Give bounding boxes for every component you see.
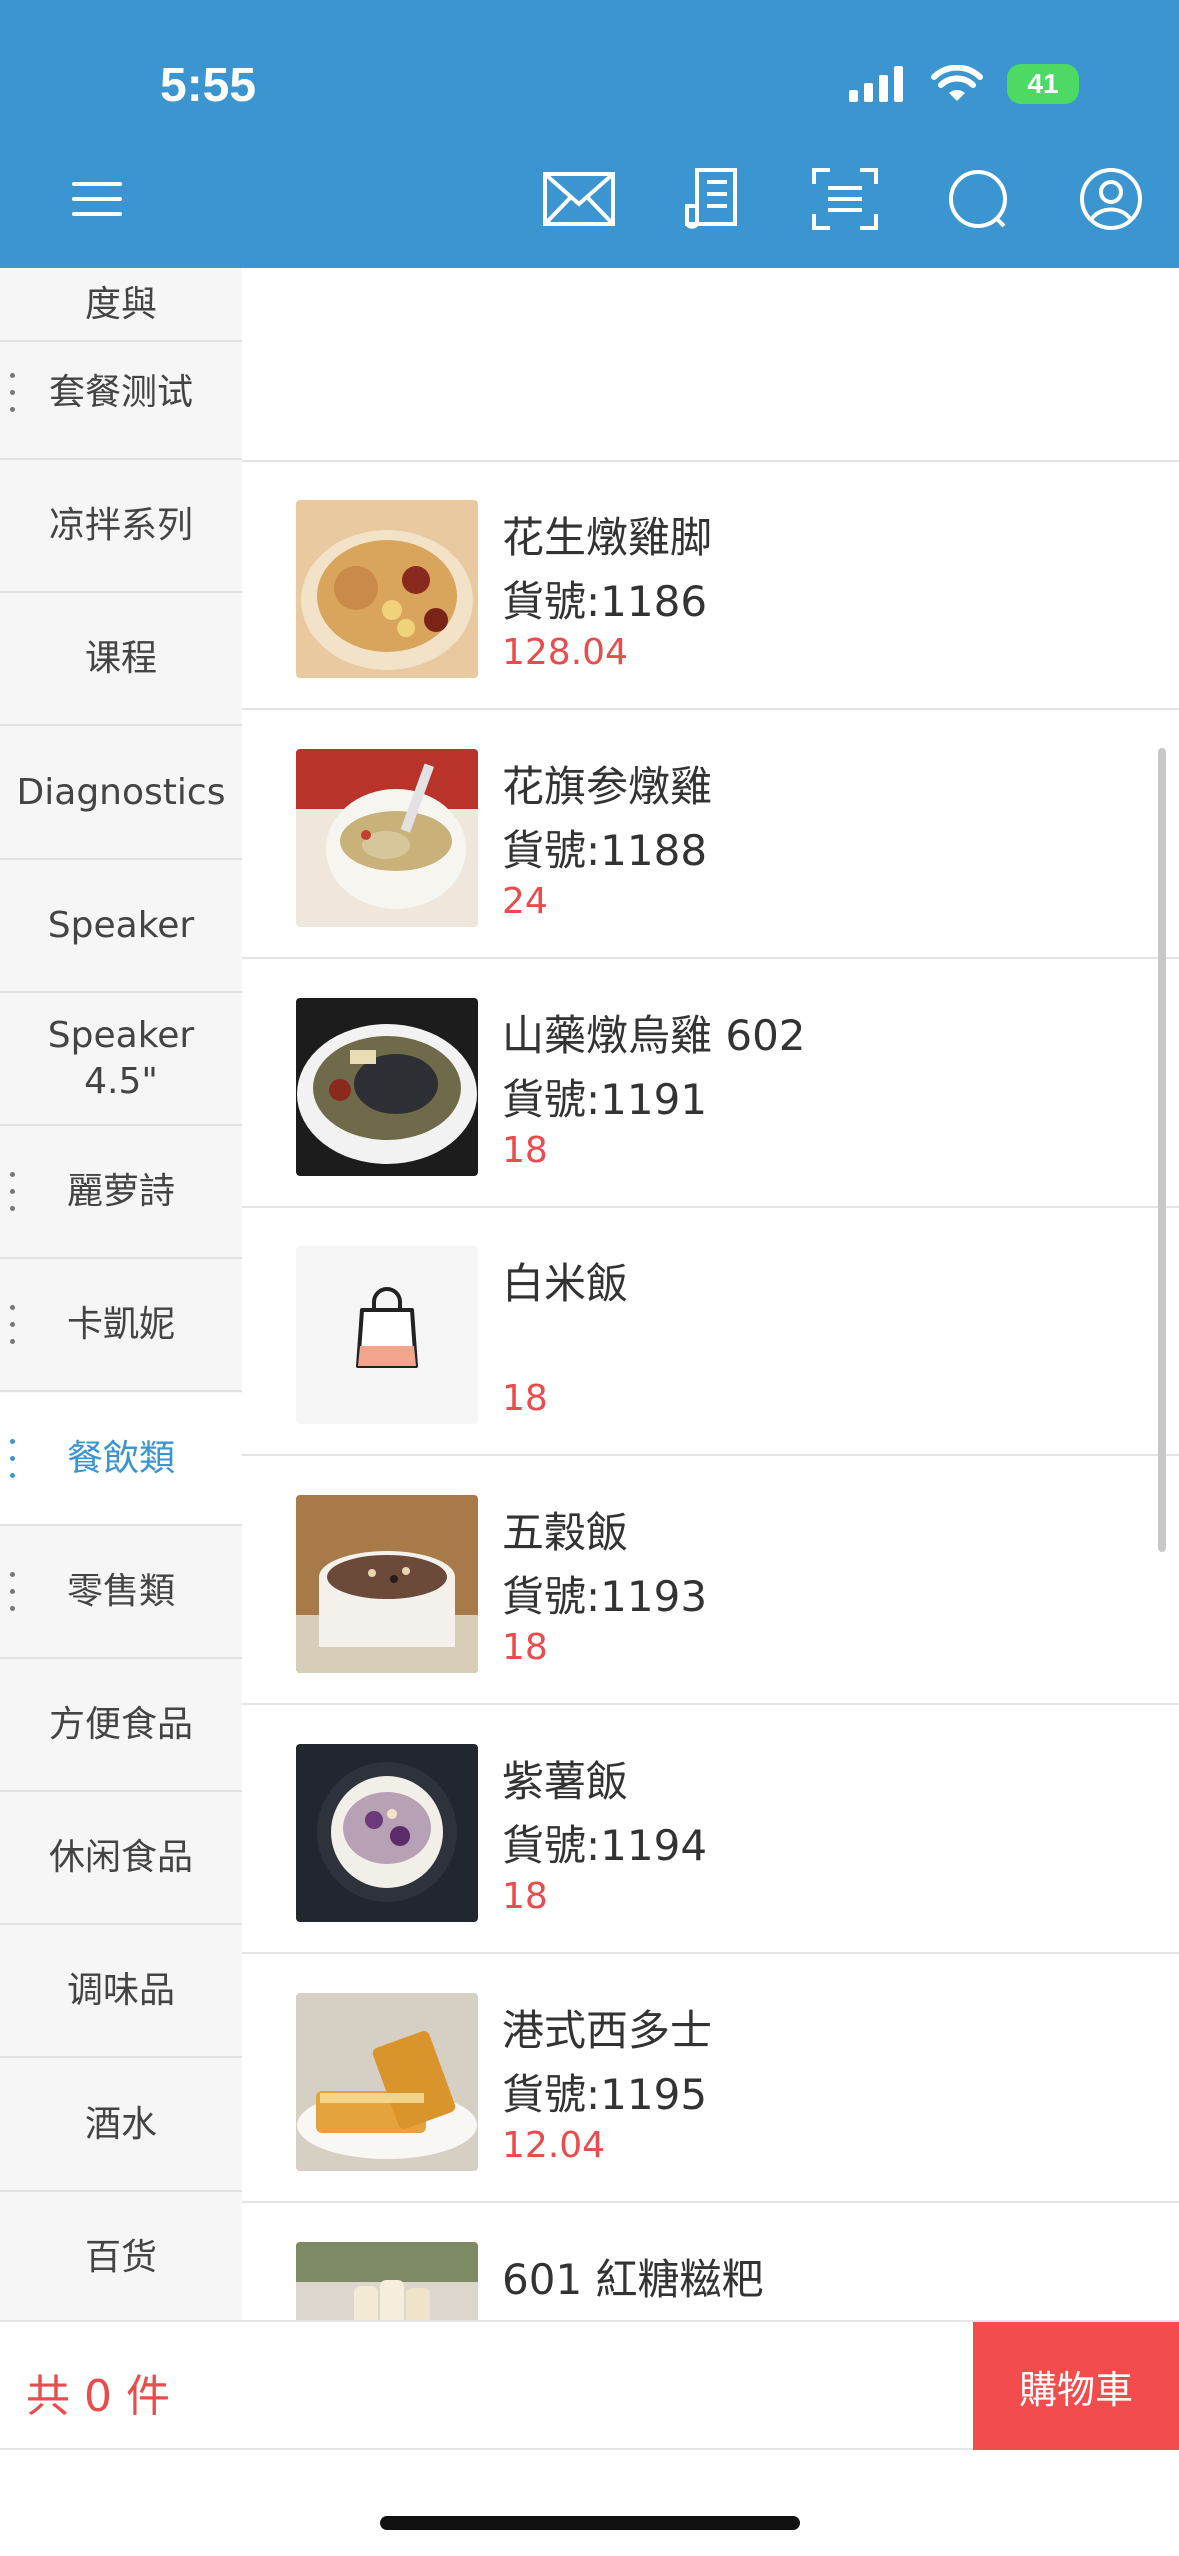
product-image xyxy=(296,2242,478,2320)
product-price: 12.04 xyxy=(502,2125,606,2166)
product-code: 貨號:1193 xyxy=(502,1572,708,1621)
sidebar-item-label: 百货 xyxy=(84,2236,157,2278)
product-name: 山藥燉烏雞 602 xyxy=(502,1011,806,1060)
product-name: 601 紅糖糍粑 xyxy=(502,2255,764,2304)
sidebar-item-label: 卡凱妮 xyxy=(66,1303,175,1345)
sidebar-item[interactable]: Diagnostics xyxy=(0,727,242,860)
product-image xyxy=(296,1993,478,2171)
document-icon[interactable] xyxy=(675,166,749,232)
sidebar-item[interactable]: 方便食品 xyxy=(0,1659,242,1792)
category-sidebar: 度與 套餐测试凉拌系列课程 Diagnostics Speaker Speaker 4… xyxy=(0,268,242,2320)
product-row-partial[interactable] xyxy=(242,268,1179,462)
product-price: 128.04 xyxy=(502,632,628,673)
status-time: 5:55 xyxy=(160,59,257,112)
product-image xyxy=(296,998,478,1176)
wifi-icon xyxy=(931,65,983,101)
product-name: 花旗参燉雞 xyxy=(502,762,713,811)
product-row[interactable]: 601 紅糖糍粑16.04 xyxy=(242,2204,1179,2320)
sidebar-item[interactable]: Speaker xyxy=(0,860,242,993)
list-scrollbar[interactable] xyxy=(1158,748,1166,1552)
product-image xyxy=(296,500,478,678)
product-price: 18 xyxy=(502,1876,548,1917)
product-name: 白米飯 xyxy=(502,1259,629,1308)
sidebar-item-label: 方便食品 xyxy=(48,1703,193,1745)
product-image xyxy=(296,749,478,927)
sidebar-item[interactable]: 套餐测试 xyxy=(0,327,242,460)
sidebar-item[interactable]: 零售類 xyxy=(0,1526,242,1659)
submenu-dots-icon xyxy=(10,1571,16,1612)
product-image xyxy=(296,1495,478,1673)
sidebar-item-label: 零售類 xyxy=(66,1570,175,1612)
sidebar-item-label: 麗萝詩 xyxy=(66,1170,175,1212)
product-row[interactable]: 紫薯飯貨號:1194 18 xyxy=(242,1706,1179,1954)
submenu-dots-icon xyxy=(10,1171,16,1212)
product-list: 花生燉雞脚貨號:1186 128.04 花旗参燉雞貨號:1188 24 山藥燉烏雞 60… xyxy=(242,268,1179,2320)
product-name: 五穀飯 xyxy=(502,1508,629,1557)
sidebar-item-label: 酒水 xyxy=(84,2103,157,2145)
product-row[interactable]: 花旗参燉雞貨號:1188 24 xyxy=(242,711,1179,959)
product-row[interactable]: 花生燉雞脚貨號:1186 128.04 xyxy=(242,462,1179,710)
sidebar-item-label: 套餐测试 xyxy=(48,371,193,413)
mail-icon[interactable] xyxy=(542,166,616,232)
product-price: 18 xyxy=(502,1378,548,1419)
sidebar-item-label: 餐飲類 xyxy=(66,1437,175,1479)
sidebar-item-label: Diagnostics xyxy=(16,771,226,813)
sidebar-item-label: 度與 xyxy=(84,283,157,325)
signal-icon xyxy=(849,66,903,102)
product-code: 貨號:1194 xyxy=(502,1821,708,1870)
product-name: 紫薯飯 xyxy=(502,1757,629,1806)
product-image xyxy=(296,1744,478,1922)
sidebar-item-label: Speaker xyxy=(47,904,195,946)
user-icon[interactable] xyxy=(1074,166,1148,232)
sidebar-item-label: 调味品 xyxy=(66,1969,175,2011)
scan-icon[interactable] xyxy=(808,166,882,232)
product-code: 貨號:1188 xyxy=(502,826,708,875)
submenu-dots-icon xyxy=(10,1304,16,1345)
sidebar-item-label: 凉拌系列 xyxy=(48,504,193,546)
app-header: 5:55 41 xyxy=(0,0,1179,268)
sidebar-item[interactable]: 餐飲類 xyxy=(0,1393,242,1526)
submenu-dots-icon xyxy=(10,372,16,413)
submenu-dots-icon xyxy=(10,1438,16,1479)
sidebar-item[interactable]: 休闲食品 xyxy=(0,1792,242,1925)
product-code: 貨號:1195 xyxy=(502,2070,708,2119)
product-price: 18 xyxy=(502,1627,548,1668)
battery-indicator: 41 xyxy=(1007,64,1079,104)
product-row[interactable]: 山藥燉烏雞 602 貨號:1191 18 xyxy=(242,960,1179,1208)
product-row[interactable]: 五穀飯貨號:1193 18 xyxy=(242,1457,1179,1705)
product-name: 花生燉雞脚 xyxy=(502,513,713,562)
product-row[interactable]: 白米飯 18 xyxy=(242,1208,1179,1456)
sidebar-item[interactable]: 酒水 xyxy=(0,2059,242,2192)
product-code: 貨號:1191 xyxy=(502,1075,708,1124)
product-price: 18 xyxy=(502,1130,548,1171)
product-row[interactable]: 港式西多士貨號:1195 12.04 xyxy=(242,1955,1179,2203)
sidebar-item[interactable]: 课程 xyxy=(0,593,242,726)
sidebar-item[interactable]: 麗萝詩 xyxy=(0,1126,242,1259)
home-indicator xyxy=(380,2516,800,2530)
cart-bar: 共 0 件 購物車 xyxy=(0,2320,1179,2450)
sidebar-item[interactable]: 凉拌系列 xyxy=(0,460,242,593)
sidebar-item[interactable]: Speaker 4.5" xyxy=(0,993,242,1126)
search-icon[interactable] xyxy=(941,166,1015,232)
sidebar-item[interactable]: 百货 xyxy=(0,2192,242,2320)
sidebar-item[interactable]: 卡凱妮 xyxy=(0,1259,242,1392)
sidebar-item-label: 休闲食品 xyxy=(48,1836,193,1878)
sidebar-item-label: Speaker 4.5" xyxy=(47,1014,195,1102)
product-code: 貨號:1186 xyxy=(502,577,708,626)
status-icons: 41 xyxy=(849,64,1079,104)
placeholder-bag-icon xyxy=(296,1246,478,1424)
product-price: 24 xyxy=(502,881,548,922)
menu-icon[interactable] xyxy=(60,166,134,232)
product-name: 港式西多士 xyxy=(502,2006,713,2055)
sidebar-item[interactable]: 调味品 xyxy=(0,1925,242,2058)
cart-count: 共 0 件 xyxy=(26,2371,170,2422)
sidebar-item-label: 课程 xyxy=(84,637,157,679)
cart-button[interactable]: 購物車 xyxy=(973,2322,1179,2450)
